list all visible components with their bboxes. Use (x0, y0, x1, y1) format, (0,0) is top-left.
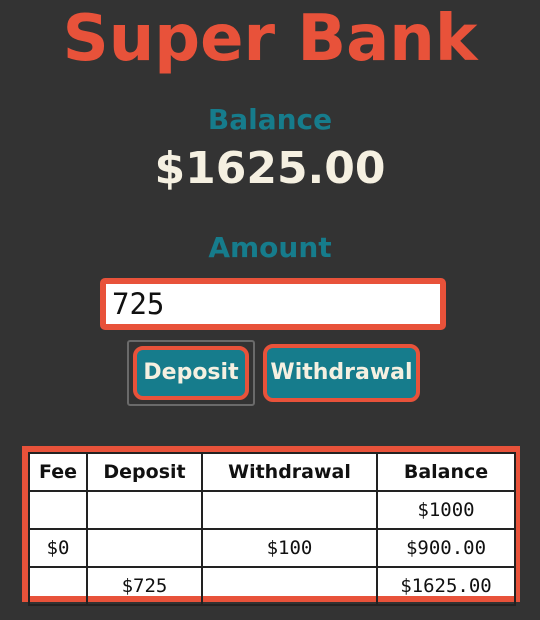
cell-fee (28, 566, 88, 606)
withdrawal-button[interactable]: Withdrawal (263, 344, 420, 402)
deposit-button[interactable]: Deposit (133, 346, 249, 400)
table-row: $725 $1625.00 (28, 566, 516, 606)
cell-balance: $900.00 (376, 528, 516, 568)
cell-withdrawal (201, 566, 378, 606)
balance-value: $1625.00 (154, 143, 386, 194)
amount-input[interactable] (100, 278, 446, 330)
ledger-header-row: Fee Deposit Withdrawal Balance (28, 452, 516, 492)
table-row: $1000 (28, 490, 516, 530)
cell-balance: $1000 (376, 490, 516, 530)
header-fee: Fee (28, 452, 88, 492)
app-title: Super Bank (62, 2, 478, 76)
header-deposit: Deposit (86, 452, 203, 492)
cell-balance: $1625.00 (376, 566, 516, 606)
cell-withdrawal (201, 490, 378, 530)
cell-withdrawal: $100 (201, 528, 378, 568)
cell-fee: $0 (28, 528, 88, 568)
cell-deposit: $725 (86, 566, 203, 606)
table-row: $0 $100 $900.00 (28, 528, 516, 568)
cell-deposit (86, 490, 203, 530)
header-balance: Balance (376, 452, 516, 492)
cell-fee (28, 490, 88, 530)
ledger-table: Fee Deposit Withdrawal Balance $1000 $0 … (28, 452, 516, 606)
balance-label: Balance (207, 103, 333, 136)
cell-deposit (86, 528, 203, 568)
header-withdrawal: Withdrawal (201, 452, 378, 492)
ledger-table-container: Fee Deposit Withdrawal Balance $1000 $0 … (22, 446, 520, 606)
amount-label: Amount (208, 231, 332, 264)
